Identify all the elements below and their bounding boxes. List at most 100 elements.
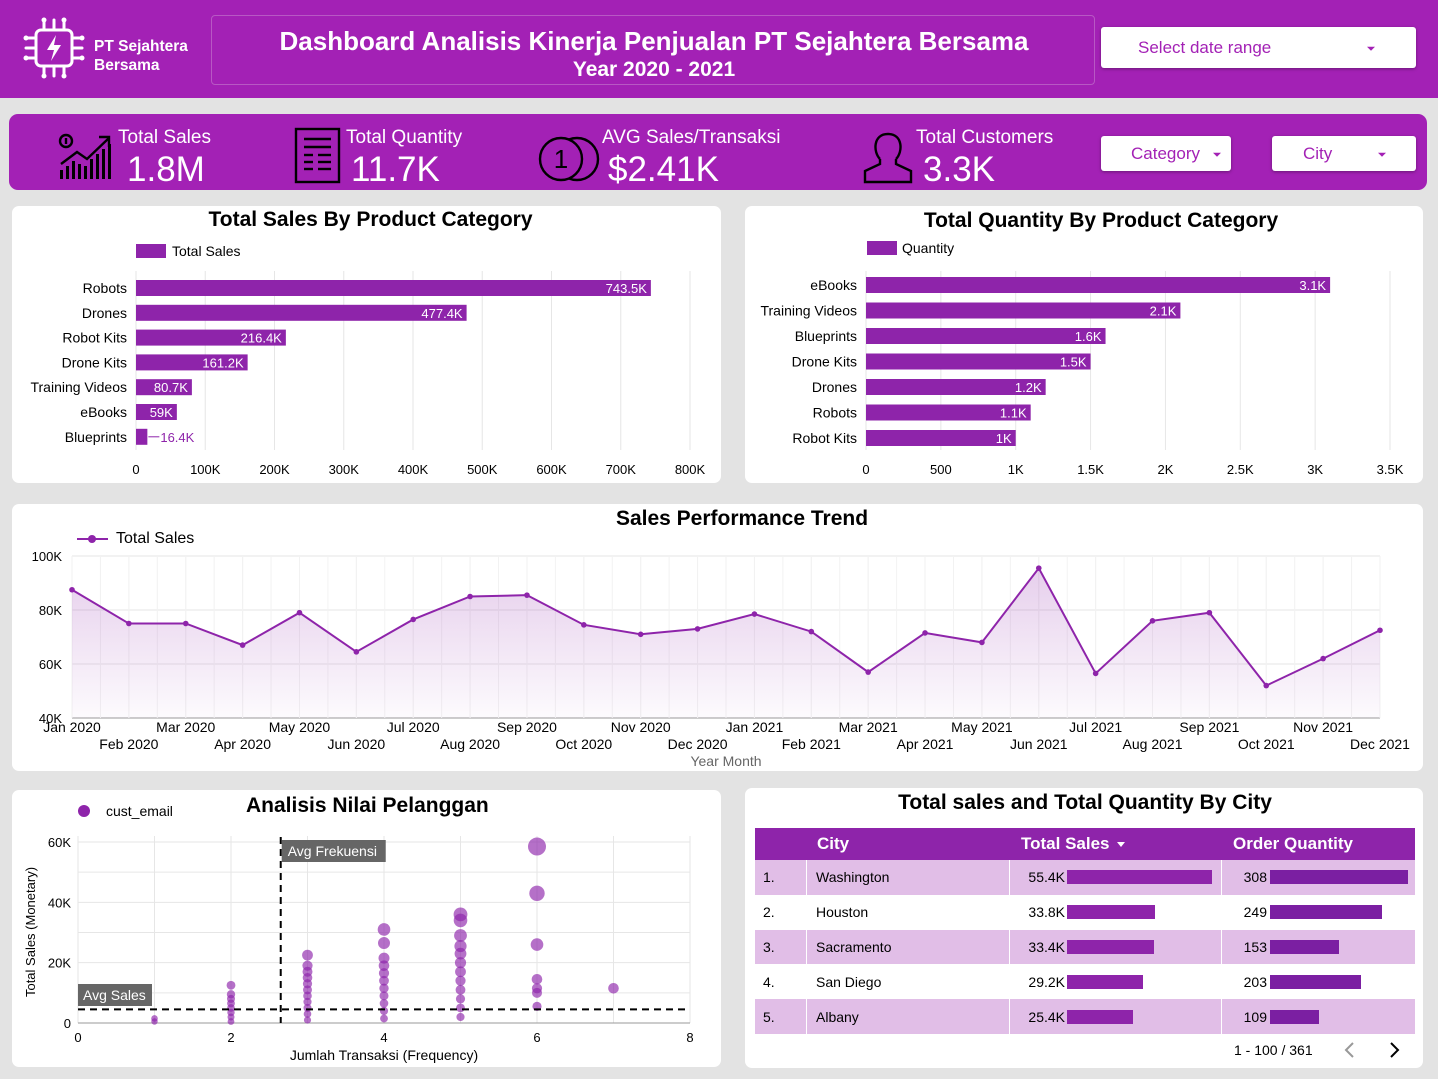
column-divider [1009, 929, 1010, 965]
document-list-icon [294, 127, 341, 184]
data-point [296, 609, 303, 616]
y-tick-label: 20K [48, 956, 71, 971]
chevron-down-icon [1378, 152, 1386, 157]
x-tick-label: 1.5K [1077, 462, 1104, 477]
data-point [239, 642, 246, 648]
bar-value-label: 3.1K [1299, 278, 1326, 293]
data-point [524, 592, 530, 598]
table-header: City Total Sales Order Quantity [755, 828, 1415, 860]
category-label: Drone Kits [792, 354, 857, 370]
quantity-by-category-card: Total Quantity By Product Category Quant… [745, 206, 1423, 483]
sort-desc-icon[interactable] [1117, 842, 1125, 847]
column-divider [1009, 999, 1010, 1034]
data-point [454, 929, 467, 942]
x-tick-label: 2K [1157, 462, 1173, 477]
x-tick-label: Jan 2021 [726, 719, 784, 735]
table-row[interactable]: 3. Sacramento 33.4K 153 [755, 929, 1415, 965]
kpi-avg-sales-label: AVG Sales/Transaksi [602, 127, 781, 148]
quantity-by-category-chart: 0 500 1K 1.5K 2K 2.5K 3K 3.5K eBooks 3.1K Training… [760, 271, 1404, 477]
x-tick-label: Feb 2021 [782, 736, 841, 752]
chevron-left-icon[interactable] [1343, 1041, 1357, 1059]
x-tick-label: 8 [686, 1030, 693, 1045]
chip-bolt-icon [23, 17, 85, 79]
x-tick-label: 2.5K [1227, 462, 1254, 477]
order-quantity-cell: 153 [1243, 938, 1267, 955]
x-tick-label: 3K [1307, 462, 1323, 477]
data-point [581, 622, 587, 628]
column-divider [806, 929, 807, 965]
column-divider [806, 964, 807, 1000]
x-tick-label: Sep 2021 [1179, 719, 1239, 735]
category-filter-dropdown[interactable]: Category [1101, 136, 1231, 171]
date-range-dropdown[interactable]: Select date range [1101, 27, 1416, 68]
x-tick-label: 500K [467, 462, 498, 477]
bar-value-label: 80.7K [154, 380, 188, 395]
kpi-total-customers-value: 3.3K [923, 150, 995, 189]
data-point [528, 837, 546, 856]
page-title: Dashboard Analisis Kinerja Penjualan PT … [279, 26, 1029, 56]
category-label: Blueprints [795, 328, 857, 344]
x-tick-label: 2 [227, 1030, 234, 1045]
total-sales-bar [1067, 974, 1144, 989]
x-axis-title: Year Month [690, 753, 761, 769]
bar-value-label: 59K [150, 405, 173, 420]
city-filter-dropdown[interactable]: City [1272, 136, 1416, 171]
x-tick-label: May 2020 [269, 719, 331, 735]
total-sales-cell: 33.4K [1028, 938, 1065, 955]
total-sales-cell: 25.4K [1028, 1008, 1065, 1025]
city-filter-label: City [1303, 143, 1333, 163]
bar-value-label: 1.5K [1060, 355, 1087, 370]
column-header-order-quantity[interactable]: Order Quantity [1233, 834, 1353, 854]
bar [136, 280, 651, 296]
data-point [455, 994, 466, 1004]
category-label: Drones [812, 379, 857, 395]
bar-value-label: 1.2K [1015, 380, 1042, 395]
data-point [529, 885, 545, 901]
x-tick-label: Dec 2021 [1350, 736, 1410, 752]
total-sales-bar [1067, 870, 1212, 885]
table-row[interactable]: 4. San Diego 29.2K 203 [755, 964, 1415, 1000]
order-quantity-bar [1270, 905, 1382, 920]
chevron-right-icon[interactable] [1387, 1041, 1401, 1059]
data-point [1092, 670, 1099, 677]
x-tick-label: Apr 2020 [214, 736, 271, 752]
data-point [69, 586, 75, 593]
row-rank: 3. [763, 938, 775, 955]
column-header-city[interactable]: City [817, 834, 849, 854]
column-divider [1221, 999, 1222, 1034]
company-name-line1: PT Sejahtera [94, 38, 188, 55]
data-point [302, 960, 313, 971]
x-tick-label: 0 [74, 1030, 81, 1045]
city-cell: Houston [816, 904, 869, 921]
category-label: Robots [813, 405, 857, 421]
city-table-card: Total sales and Total Quantity By City C… [745, 788, 1423, 1068]
category-filter-label: Category [1131, 143, 1200, 163]
x-tick-label: 300K [329, 462, 360, 477]
bar [136, 428, 148, 445]
data-point [453, 907, 468, 922]
bar-value-label: 216.4K [241, 331, 283, 346]
company-name-line2: Bersama [94, 57, 160, 74]
total-sales-bar [1067, 905, 1156, 920]
table-row[interactable]: 2. Houston 33.8K 249 [755, 894, 1415, 930]
row-rank: 2. [763, 904, 775, 921]
city-table-title: Total sales and Total Quantity By City [898, 791, 1272, 814]
category-label: Drone Kits [62, 354, 127, 370]
header-bar: PT Sejahtera Bersama Dashboard Analisis … [0, 0, 1438, 98]
data-point [379, 999, 389, 1008]
table-row[interactable]: 5. Albany 25.4K 109 [755, 999, 1415, 1034]
table-row[interactable]: 1. Washington 55.4K 308 [755, 860, 1415, 895]
data-point [1149, 618, 1156, 624]
x-tick-label: 0 [132, 462, 139, 477]
y-tick-label: 40K [48, 895, 71, 910]
x-tick-label: 500 [930, 462, 952, 477]
column-divider [1009, 894, 1010, 930]
y-tick-label: 100K [32, 549, 63, 564]
kpi-total-quantity-label: Total Quantity [346, 127, 463, 148]
bar [866, 353, 1091, 370]
data-point [531, 983, 543, 994]
bar-value-label: 16.4K [160, 430, 194, 445]
x-tick-label: Oct 2020 [555, 736, 612, 752]
column-header-total-sales[interactable]: Total Sales [1021, 834, 1110, 854]
page-subtitle: Year 2020 - 2021 [572, 58, 736, 81]
